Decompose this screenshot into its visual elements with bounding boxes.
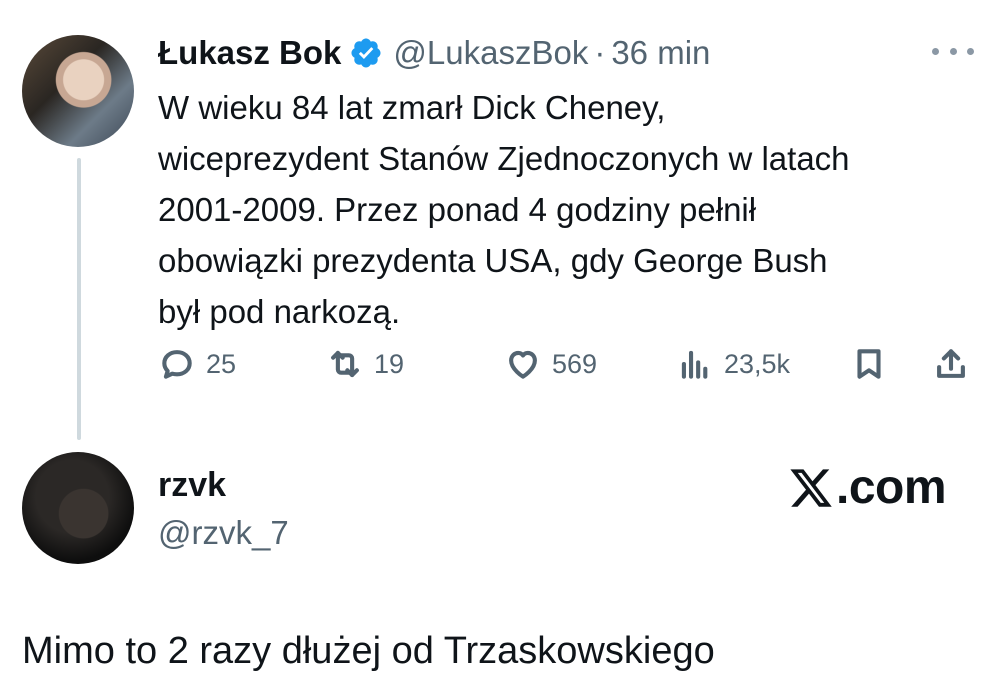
like-icon (509, 350, 537, 379)
timestamp[interactable]: 36 min (611, 34, 710, 72)
tweet-text-line: W wieku 84 lat zmarł Dick Cheney, (158, 89, 666, 126)
repost-button[interactable]: 19 (326, 340, 404, 388)
tweet-text: W wieku 84 lat zmarł Dick Cheney, wicepr… (158, 82, 978, 337)
author-name[interactable]: Łukasz Bok (158, 34, 341, 72)
views-count: 23,5k (724, 348, 791, 379)
tweet-text-line: obowiązki prezydenta USA, gdy George Bus… (158, 242, 828, 279)
more-options-icon[interactable] (932, 40, 974, 62)
tweet-text-line: 2001-2009. Przez ponad 4 godziny pełnił (158, 191, 757, 228)
bookmark-button[interactable] (850, 340, 888, 388)
x-logo-icon (790, 468, 832, 507)
separator-dot: · (594, 34, 606, 71)
x-com-watermark: .com (788, 460, 947, 515)
views-button[interactable]: 23,5k (676, 340, 790, 388)
author-handle[interactable]: @LukaszBok (393, 34, 588, 72)
share-button[interactable] (932, 340, 970, 388)
like-count: 569 (552, 348, 598, 379)
verified-badge-icon (349, 36, 383, 70)
watermark-text: .com (836, 461, 947, 514)
repost-count: 19 (374, 348, 405, 379)
like-button[interactable]: 569 (504, 340, 597, 388)
reply-icon (162, 350, 192, 379)
views-icon (681, 350, 708, 379)
tweet-text-line: wiceprezydent Stanów Zjednoczonych w lat… (158, 140, 850, 177)
reply-tweet-text: Mimo to 2 razy dłużej od Trzaskowskiego (22, 630, 715, 672)
reply-button[interactable]: 25 (158, 340, 236, 388)
thread-connector-line (77, 158, 81, 440)
share-icon (937, 349, 965, 378)
avatar-lukasz-bok[interactable] (22, 35, 134, 147)
tweet-actions-bar: 25 19 569 23,5k (158, 340, 978, 388)
reply-count: 25 (206, 348, 237, 379)
repost-icon (331, 350, 359, 378)
tweet-text-line: był pod narkozą. (158, 293, 401, 330)
tweet-header: Łukasz Bok @LukaszBok · 36 min (158, 28, 710, 78)
author-handle[interactable]: @rzvk_7 (158, 514, 289, 552)
bookmark-icon (857, 349, 881, 379)
author-name[interactable]: rzvk (158, 466, 226, 505)
avatar-rzvk[interactable] (22, 452, 134, 564)
